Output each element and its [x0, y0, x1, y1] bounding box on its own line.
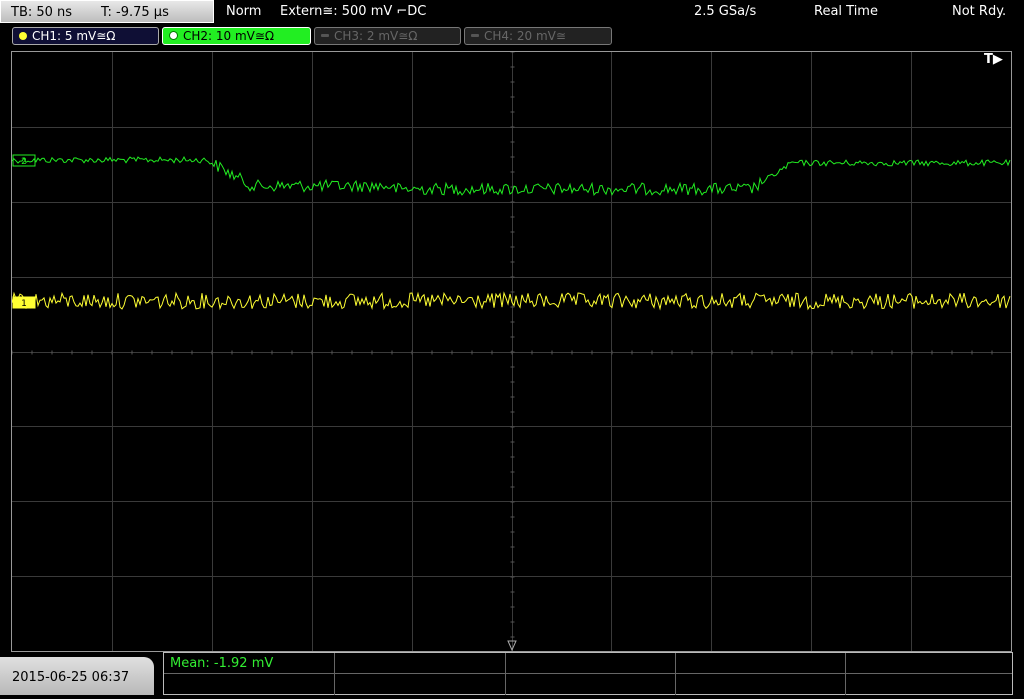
channel-1-marker-label: 1	[21, 299, 27, 309]
measurement-cell	[164, 674, 335, 695]
measurement-cell	[335, 674, 506, 695]
waveform-display[interactable]: 2 1	[11, 51, 1012, 652]
channel-1-dot-icon	[19, 32, 27, 40]
timebase-value: TB: 50 ns	[11, 5, 73, 20]
measurement-cell	[846, 653, 1012, 674]
run-status: Not Rdy.	[952, 4, 1007, 19]
waveform-canvas: 2 1	[12, 52, 1011, 651]
channel-2-waveform	[12, 156, 1011, 197]
channel-4-dash-icon	[471, 34, 479, 37]
mean-measurement: Mean: -1.92 mV	[170, 656, 274, 671]
acquisition-mode: Real Time	[814, 4, 878, 19]
date-time-box: 2015-06-25 06:37	[0, 657, 154, 695]
measurement-cell	[846, 674, 1012, 695]
channel-3-tab[interactable]: CH3: 2 mV≅Ω	[314, 27, 461, 45]
channel-2-marker-label: 2	[21, 157, 27, 167]
trigger-time-value: T: -9.75 µs	[101, 5, 169, 20]
graticule-grid	[12, 52, 1011, 651]
sample-rate: 2.5 GSa/s	[694, 4, 757, 19]
measurement-cell	[676, 653, 846, 674]
channel-3-label: CH3: 2 mV≅Ω	[334, 29, 418, 43]
trigger-marker-icon: T▶	[984, 52, 1003, 67]
channel-2-label: CH2: 10 mV≅Ω	[183, 29, 275, 43]
channel-3-dash-icon	[321, 34, 329, 37]
channel-4-label: CH4: 20 mV≅	[484, 29, 566, 43]
timebase-box[interactable]: TB: 50 ns T: -9.75 µs	[0, 0, 214, 23]
channel-4-tab[interactable]: CH4: 20 mV≅	[464, 27, 612, 45]
channel-2-tab[interactable]: CH2: 10 mV≅Ω	[162, 27, 311, 45]
trigger-mode[interactable]: Norm	[226, 0, 261, 23]
channel-1-level-marker: 1	[12, 296, 36, 309]
bottom-bar: 2015-06-25 06:37 Mean: -1.92 mV	[0, 652, 1024, 695]
channel-1-label: CH1: 5 mV≅Ω	[32, 29, 116, 43]
channel-bar: CH1: 5 mV≅Ω CH2: 10 mV≅Ω CH3: 2 mV≅Ω CH4…	[0, 24, 1024, 50]
trigger-source[interactable]: Extern≅: 500 mV ⌐DC	[280, 0, 426, 23]
measurement-cell	[676, 674, 846, 695]
measurement-panel[interactable]: Mean: -1.92 mV	[163, 652, 1013, 695]
top-status-bar: TB: 50 ns T: -9.75 µs Norm Extern≅: 500 …	[0, 0, 1024, 24]
measurement-cell	[506, 674, 676, 695]
channel-2-dot-icon	[169, 31, 178, 40]
channel-1-tab[interactable]: CH1: 5 mV≅Ω	[12, 27, 159, 45]
measurement-cell	[335, 653, 506, 674]
date-time: 2015-06-25 06:37	[12, 670, 130, 685]
measurement-cell	[506, 653, 676, 674]
